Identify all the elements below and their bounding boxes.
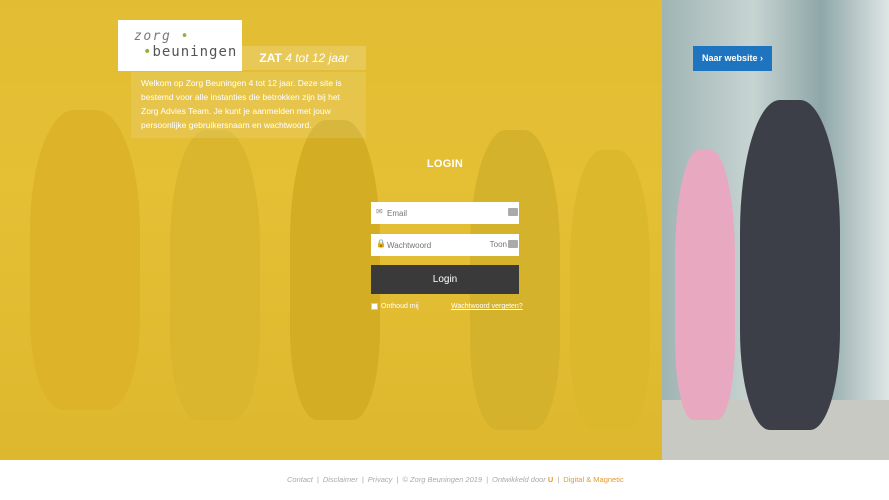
footer-separator: | bbox=[316, 475, 319, 484]
logo-line2: •beuningen bbox=[143, 44, 237, 60]
card-icon bbox=[508, 208, 518, 216]
footer-separator: | bbox=[361, 475, 364, 484]
photo-figure bbox=[740, 100, 840, 430]
remember-label: Onthoud mij bbox=[381, 303, 419, 310]
footer: Contact | Disclaimer | Privacy | © Zorg Beunin… bbox=[0, 460, 889, 500]
footer-separator: | bbox=[557, 475, 560, 484]
logo-line1: zorg • bbox=[134, 29, 190, 44]
footer-disclaimer-link[interactable]: Disclaimer bbox=[323, 475, 358, 484]
footer-separator: | bbox=[486, 475, 489, 484]
logo-beuningen: beuningen bbox=[152, 44, 238, 60]
developer-link[interactable]: Digital & Magnetic bbox=[563, 475, 623, 484]
developer-logo[interactable]: U bbox=[548, 475, 553, 484]
card-icon bbox=[508, 240, 518, 248]
remember-checkbox[interactable] bbox=[371, 303, 378, 310]
chevron-right-icon: › bbox=[760, 53, 764, 63]
footer-developed-by: Ontwikkeld door bbox=[492, 475, 546, 484]
footer-contact-link[interactable]: Contact bbox=[287, 475, 313, 484]
envelope-icon: ✉ bbox=[376, 207, 383, 216]
remember-me[interactable]: Onthoud mij bbox=[371, 303, 419, 310]
logo-dot: • bbox=[180, 29, 190, 44]
show-password-toggle[interactable]: Toon bbox=[490, 240, 507, 249]
email-field[interactable]: ✉ bbox=[371, 202, 519, 224]
tagline-bold: ZAT bbox=[259, 51, 282, 65]
naar-website-button[interactable]: Naar website › bbox=[693, 46, 772, 71]
photo-figure bbox=[675, 150, 735, 420]
footer-copyright: © Zorg Beuningen 2019 bbox=[402, 475, 483, 484]
forgot-password-link[interactable]: Wachtwoord vergeten? bbox=[451, 303, 523, 310]
lock-icon: 🔒 bbox=[376, 239, 386, 248]
login-title: LOGIN bbox=[426, 158, 464, 170]
login-button[interactable]: Login bbox=[371, 265, 519, 294]
footer-links: Contact | Disclaimer | Privacy | © Zorg Beunin… bbox=[287, 475, 624, 484]
welcome-text: Welkom op Zorg Beuningen 4 tot 12 jaar. … bbox=[131, 72, 366, 138]
footer-privacy-link[interactable]: Privacy bbox=[368, 475, 393, 484]
email-input[interactable] bbox=[387, 202, 487, 224]
zat-tagline: ZAT 4 tot 12 jaar bbox=[242, 46, 366, 70]
tagline-rest: 4 tot 12 jaar bbox=[285, 51, 349, 65]
logo-zorg: zorg bbox=[134, 29, 172, 44]
footer-separator: | bbox=[396, 475, 399, 484]
password-field[interactable]: 🔒 Toon bbox=[371, 234, 519, 256]
zorg-beuningen-logo[interactable]: zorg • •beuningen bbox=[118, 20, 242, 71]
password-input[interactable] bbox=[387, 234, 487, 256]
naar-website-label: Naar website bbox=[701, 53, 758, 63]
